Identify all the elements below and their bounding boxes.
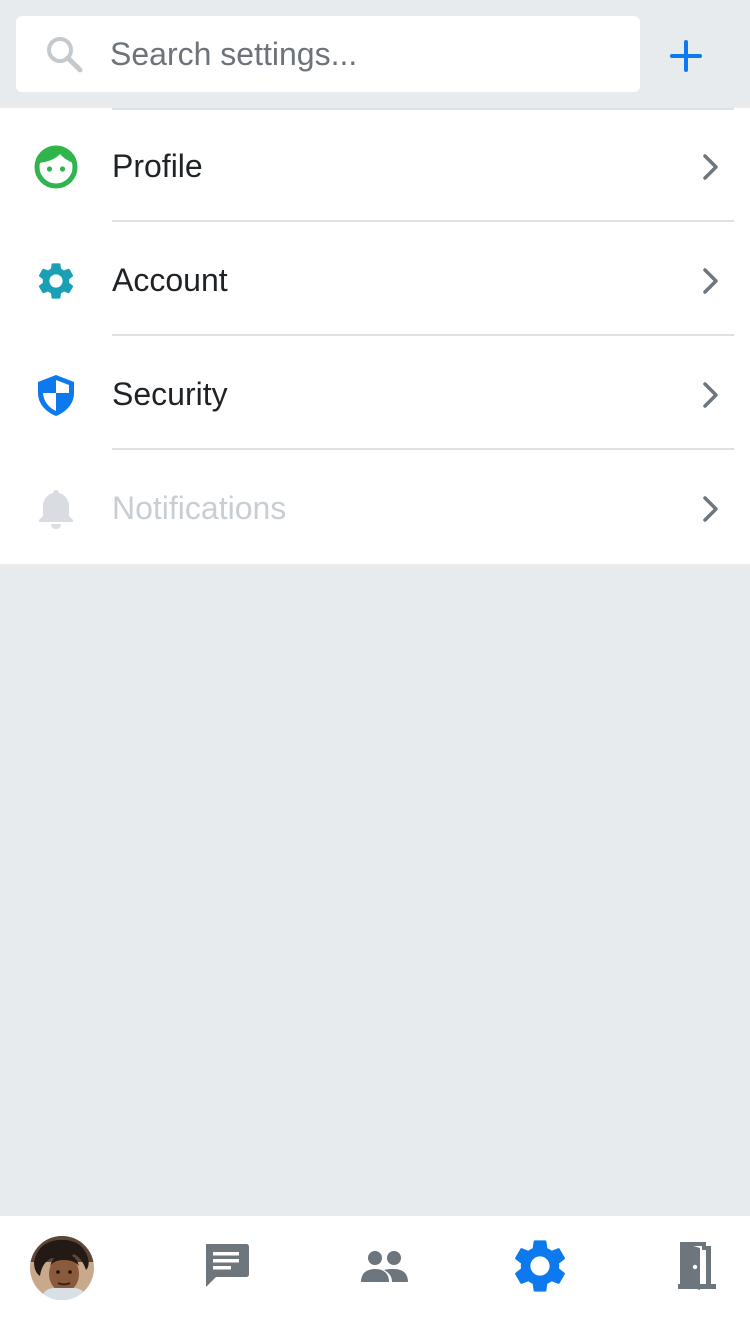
add-button[interactable] <box>662 32 710 80</box>
search-input[interactable] <box>90 16 630 92</box>
settings-item-account[interactable]: Account <box>0 222 750 336</box>
face-icon <box>34 145 78 189</box>
settings-list: Profile Account Security Notifications <box>0 108 750 564</box>
bottom-nav <box>0 1216 750 1336</box>
settings-item-label: Profile <box>112 148 203 184</box>
chevron-right-icon <box>703 268 718 294</box>
chevron-right-icon <box>703 496 718 522</box>
gear-icon <box>38 263 74 299</box>
chevron-right-icon <box>703 154 718 180</box>
door-exit-icon[interactable] <box>666 1234 730 1298</box>
settings-item-label: Notifications <box>112 490 287 526</box>
shield-icon <box>38 375 74 416</box>
people-icon[interactable] <box>352 1234 416 1298</box>
chevron-right-icon <box>703 382 718 408</box>
settings-item-security[interactable]: Security <box>0 336 750 450</box>
avatar[interactable] <box>30 1236 94 1300</box>
chat-icon[interactable] <box>194 1234 258 1298</box>
settings-item-profile[interactable]: Profile <box>0 108 750 222</box>
settings-item-label: Account <box>112 262 228 298</box>
bell-icon <box>39 490 73 529</box>
settings-item-notifications[interactable]: Notifications <box>0 450 750 564</box>
gear-icon[interactable] <box>508 1234 572 1298</box>
settings-screen: Profile Account Security <box>0 0 750 1336</box>
search-icon <box>47 37 83 73</box>
search-header <box>0 0 750 108</box>
settings-item-label: Security <box>112 376 228 412</box>
